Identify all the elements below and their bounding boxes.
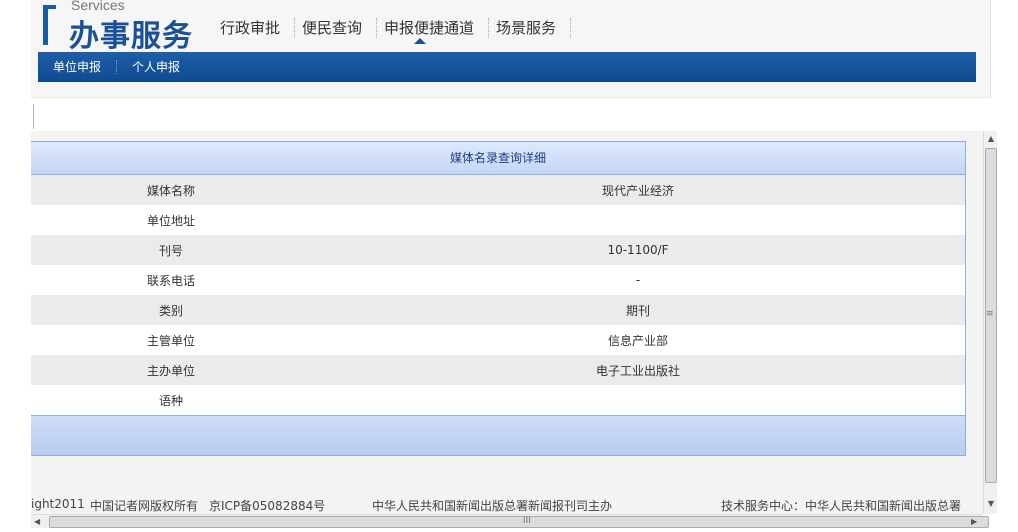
row-value: 信息产业部 <box>607 333 668 348</box>
scroll-grip-icon: ≡ <box>986 309 994 319</box>
scroll-right-icon[interactable]: ▶ <box>971 515 977 529</box>
row-value: 期刊 <box>625 303 650 318</box>
scroll-down-icon[interactable]: ▼ <box>984 496 998 512</box>
nav-label: 申报便捷通道 <box>384 19 475 37</box>
detail-title: 媒体名录查询详细 <box>31 142 965 175</box>
footer-icp[interactable]: 京ICP备05082884号 <box>209 497 325 514</box>
nav-item-public-query[interactable]: 便民查询 <box>295 18 378 38</box>
row-label: 刊号 <box>158 243 183 258</box>
detail-row: 联系电话 - <box>31 265 965 295</box>
site-header: Services 办事服务 行政审批 便民查询 申报便捷通道 场景服务 单位申报… <box>31 0 991 97</box>
sub-nav: 单位申报 个人申报 <box>38 52 976 82</box>
detail-row: 主办单位 电子工业出版社 <box>31 355 965 385</box>
footer-owner: 中国记者网版权所有 <box>90 499 199 513</box>
row-label: 主办单位 <box>146 363 195 378</box>
detail-row: 单位地址 <box>31 205 965 235</box>
row-label: 类别 <box>158 303 183 318</box>
row-value: 电子工业出版社 <box>595 363 680 378</box>
detail-row: 语种 <box>31 385 965 415</box>
row-label: 媒体名称 <box>146 183 195 198</box>
active-caret-icon <box>414 38 427 44</box>
row-label: 联系电话 <box>146 273 195 288</box>
page: Services 办事服务 行政审批 便民查询 申报便捷通道 场景服务 单位申报… <box>0 0 1018 532</box>
detail-rows: 媒体名称 现代产业经济 单位地址 刊号 10-1100/F 联系电话 - 类别 期刊 主… <box>31 175 965 415</box>
row-value: 现代产业经济 <box>601 183 674 198</box>
frame-divider <box>31 97 991 131</box>
footer-support: 技术服务中心：中华人民共和国新闻出版总署 <box>721 499 962 513</box>
horizontal-scrollbar[interactable]: ◀ III ▶ <box>31 514 989 529</box>
scroll-grip-icon: III <box>523 516 531 526</box>
detail-row: 刊号 10-1100/F <box>31 235 965 265</box>
detail-row: 媒体名称 现代产业经济 <box>31 175 965 205</box>
logo-bracket-icon <box>43 5 56 45</box>
scroll-left-icon[interactable]: ◀ <box>34 515 40 529</box>
row-label: 单位地址 <box>146 213 195 228</box>
nav-label: 场景服务 <box>496 19 557 37</box>
row-label: 语种 <box>158 393 183 408</box>
detail-row: 主管单位 信息产业部 <box>31 325 965 355</box>
footer-host: 中华人民共和国新闻出版总署新闻报刊司主办 <box>372 499 613 513</box>
row-value: - <box>635 273 641 287</box>
nav-item-scene-service[interactable]: 场景服务 <box>489 18 572 38</box>
logo-title: 办事服务 <box>69 19 193 54</box>
nav-label: 便民查询 <box>302 19 363 37</box>
scroll-up-icon[interactable]: ▲ <box>984 131 998 147</box>
detail-footer-bar <box>31 415 965 455</box>
subnav-item-personal-declaration[interactable]: 个人申报 <box>117 60 195 74</box>
divider-line <box>33 104 34 129</box>
nav-item-admin-approval[interactable]: 行政审批 <box>213 18 296 38</box>
media-detail-panel: 媒体名录查询详细 媒体名称 现代产业经济 单位地址 刊号 10-1100/F 联系电… <box>31 141 966 456</box>
nav-label: 行政审批 <box>220 19 281 37</box>
footer-copyright: ight2011 <box>31 497 85 511</box>
row-label: 主管单位 <box>146 333 195 348</box>
content-area: 媒体名录查询详细 媒体名称 现代产业经济 单位地址 刊号 10-1100/F 联系电… <box>31 131 983 487</box>
subnav-item-unit-declaration[interactable]: 单位申报 <box>38 60 118 74</box>
site-footer: ight2011 中国记者网版权所有 京ICP备05082884号 中华人民共和… <box>31 487 983 514</box>
row-value: 10-1100/F <box>607 243 669 257</box>
nav-item-declaration-channel[interactable]: 申报便捷通道 <box>377 18 490 44</box>
top-nav: 行政审批 便民查询 申报便捷通道 场景服务 <box>213 16 572 44</box>
detail-row: 类别 期刊 <box>31 295 965 325</box>
vertical-scrollbar[interactable]: ▲ ≡ ▼ <box>983 131 997 514</box>
horizontal-scroll-thumb[interactable] <box>49 516 989 528</box>
